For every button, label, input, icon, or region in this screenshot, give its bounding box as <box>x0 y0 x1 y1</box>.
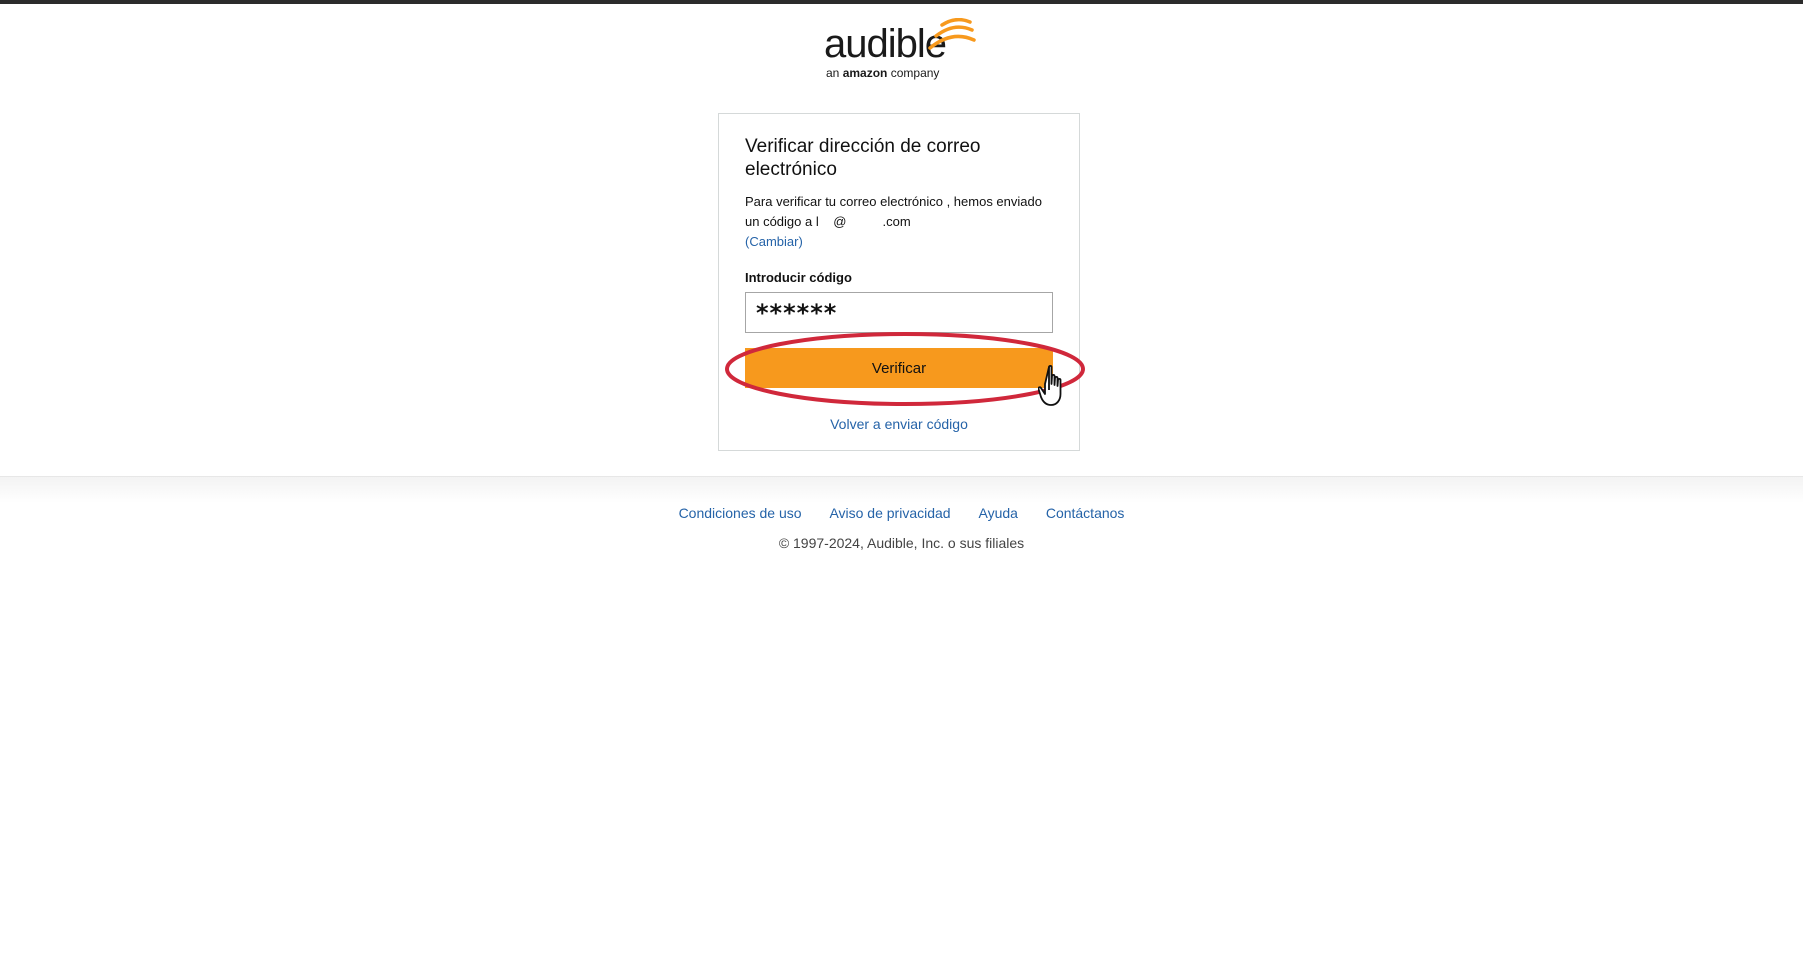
footer-links: Condiciones de uso Aviso de privacidad A… <box>0 505 1803 521</box>
verification-description: Para verificar tu correo electrónico , h… <box>745 192 1055 252</box>
verify-button[interactable]: Verificar <box>745 348 1053 388</box>
terms-link[interactable]: Condiciones de uso <box>679 505 802 521</box>
logo-tagline: an amazon company <box>826 66 940 80</box>
code-field-label: Introducir código <box>745 270 852 285</box>
change-email-link[interactable]: (Cambiar) <box>745 234 803 249</box>
masked-email: l @ .com <box>815 214 911 229</box>
contact-link[interactable]: Contáctanos <box>1046 505 1125 521</box>
privacy-link[interactable]: Aviso de privacidad <box>829 505 950 521</box>
amazon-brand: amazon <box>842 66 888 80</box>
copyright-text: © 1997-2024, Audible, Inc. o sus filiale… <box>778 535 1025 551</box>
code-input[interactable] <box>745 292 1053 333</box>
top-bar <box>0 0 1803 4</box>
page-title: Verificar dirección de correo electrónic… <box>745 136 981 180</box>
resend-code-link[interactable]: Volver a enviar código <box>719 416 1079 432</box>
audible-logo[interactable]: audible an amazon company <box>822 18 982 84</box>
help-link[interactable]: Ayuda <box>978 505 1017 521</box>
verify-email-card: Verificar dirección de correo electrónic… <box>718 113 1080 451</box>
audible-waves-icon <box>928 18 976 50</box>
footer-divider <box>0 476 1803 503</box>
